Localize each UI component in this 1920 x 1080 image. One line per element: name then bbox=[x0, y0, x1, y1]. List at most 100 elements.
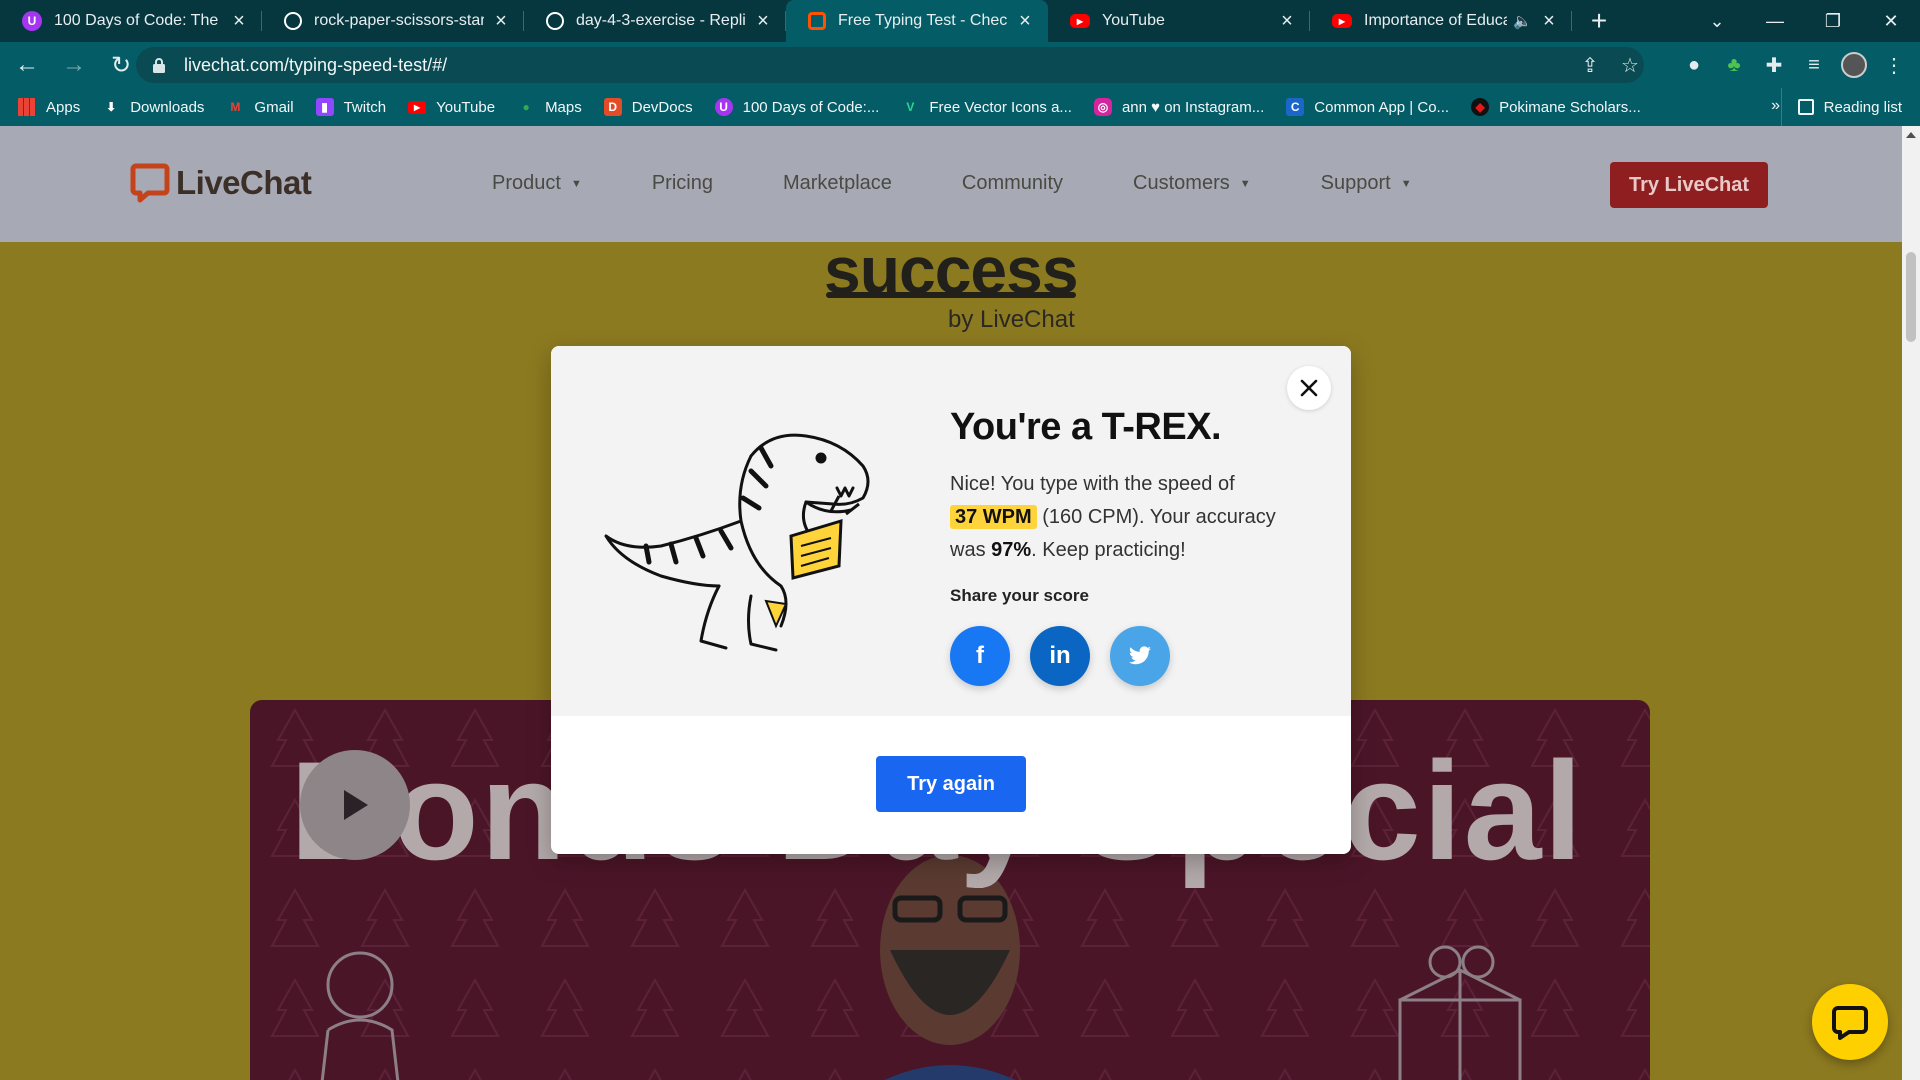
result-outro: . Keep practicing! bbox=[1031, 539, 1186, 561]
extensions-puzzle-icon[interactable]: ✚ bbox=[1754, 45, 1794, 85]
bookmark-star-icon[interactable]: ☆ bbox=[1610, 45, 1650, 85]
bookmark-downloads[interactable]: ⬇ Downloads bbox=[102, 98, 204, 116]
profile-avatar[interactable] bbox=[1834, 45, 1874, 85]
result-intro: Nice! You type with the speed of bbox=[950, 473, 1235, 495]
nav-community[interactable]: Community bbox=[962, 172, 1063, 195]
restore-button[interactable]: ❐ bbox=[1804, 0, 1862, 42]
tab-replit-day4[interactable]: day-4-3-exercise - Replit × bbox=[524, 0, 786, 42]
new-tab-button[interactable]: + bbox=[1578, 0, 1620, 42]
browser-window: U 100 Days of Code: The Com × rock-paper… bbox=[0, 0, 1920, 1080]
close-icon[interactable]: × bbox=[1540, 11, 1558, 31]
tab-search-icon[interactable]: ⌄ bbox=[1688, 0, 1746, 42]
share-label: Share your score bbox=[950, 586, 1089, 605]
youtube-icon: ▶ bbox=[1332, 14, 1352, 28]
result-panel: You're a T-REX. Nice! You type with the … bbox=[551, 346, 1351, 716]
close-icon[interactable]: × bbox=[492, 11, 510, 31]
nav-support[interactable]: Support ▼ bbox=[1321, 172, 1412, 195]
wpm-badge: 37 WPM bbox=[950, 505, 1037, 529]
menu-icon[interactable]: ⋮ bbox=[1874, 45, 1914, 85]
trex-illustration bbox=[604, 433, 870, 652]
address-bar[interactable]: livechat.com/typing-speed-test/#/ bbox=[136, 47, 1644, 83]
play-icon bbox=[344, 790, 368, 820]
linkedin-icon: in bbox=[1049, 642, 1071, 669]
bookmark-gmail[interactable]: M Gmail bbox=[226, 98, 293, 116]
main-nav: Product ▼ Pricing Marketplace Community C… bbox=[492, 172, 1482, 195]
scroll-up-arrow-icon[interactable] bbox=[1906, 132, 1916, 138]
close-icon[interactable]: × bbox=[230, 11, 248, 31]
play-button[interactable] bbox=[300, 750, 410, 860]
livechat-logo[interactable]: LiveChat bbox=[130, 162, 312, 204]
speaker-icon[interactable]: 🔈 bbox=[1513, 12, 1532, 30]
twitter-share-button[interactable] bbox=[1110, 626, 1170, 686]
linkedin-share-button[interactable]: in bbox=[1030, 626, 1090, 686]
bookmarks-bar: Apps ⬇ Downloads M Gmail ▮ Twitch ▶ YouTube … bbox=[0, 88, 1920, 126]
tab-typing-test[interactable]: Free Typing Test - Check Yo × bbox=[786, 0, 1048, 42]
bookmark-udemy[interactable]: U 100 Days of Code:... bbox=[714, 98, 879, 116]
extension-tree-icon[interactable]: ♣ bbox=[1714, 45, 1754, 85]
browser-toolbar: ← → ↻ livechat.com/typing-speed-test/#/ … bbox=[0, 42, 1920, 88]
media-control-icon[interactable]: ≡ bbox=[1794, 45, 1834, 85]
back-button[interactable]: ← bbox=[7, 45, 47, 85]
bookmark-apps[interactable]: Apps bbox=[18, 98, 80, 116]
nav-pricing[interactable]: Pricing bbox=[652, 172, 713, 195]
minimize-button[interactable]: — bbox=[1746, 0, 1804, 42]
chat-bubble-icon bbox=[1832, 1006, 1868, 1040]
udemy-icon: U bbox=[714, 98, 733, 116]
nav-product[interactable]: Product ▼ bbox=[492, 172, 582, 195]
result-modal: You're a T-REX. Nice! You type with the … bbox=[551, 346, 1351, 854]
bookmark-devdocs[interactable]: D DevDocs bbox=[603, 98, 693, 116]
forward-button[interactable]: → bbox=[54, 45, 94, 85]
more-bookmarks-button[interactable]: » bbox=[1771, 97, 1780, 115]
tab-youtube-education[interactable]: ▶ Importance of Educatio 🔈 × bbox=[1310, 0, 1572, 42]
share-buttons: f in bbox=[950, 626, 1190, 686]
gmail-icon: M bbox=[230, 100, 241, 114]
pokimane-icon: ◆ bbox=[1471, 98, 1490, 116]
reading-list-button[interactable]: Reading list bbox=[1780, 88, 1902, 126]
close-icon[interactable]: × bbox=[1016, 11, 1034, 31]
livechat-icon bbox=[808, 12, 826, 30]
nav-marketplace[interactable]: Marketplace bbox=[783, 172, 892, 195]
scrollbar-thumb[interactable] bbox=[1906, 252, 1916, 342]
url-text: livechat.com/typing-speed-test/#/ bbox=[184, 54, 448, 75]
modal-close-button[interactable] bbox=[1287, 366, 1331, 410]
devdocs-icon: D bbox=[603, 98, 622, 116]
try-again-button[interactable]: Try again bbox=[876, 756, 1026, 812]
try-livechat-button[interactable]: Try LiveChat bbox=[1610, 162, 1768, 208]
result-description: Nice! You type with the speed of 37 WPM … bbox=[950, 468, 1310, 567]
chat-widget-button[interactable] bbox=[1812, 984, 1888, 1060]
close-icon[interactable]: × bbox=[1278, 11, 1296, 31]
bookmark-vector-icons[interactable]: V Free Vector Icons a... bbox=[901, 98, 1072, 116]
reading-list-icon bbox=[1797, 99, 1814, 115]
site-header: LiveChat Product ▼ Pricing Marketplace Co… bbox=[0, 126, 1902, 242]
bookmark-instagram[interactable]: ◎ ann ♥ on Instagram... bbox=[1093, 98, 1264, 116]
tab-strip: U 100 Days of Code: The Com × rock-paper… bbox=[0, 0, 1920, 42]
bookmark-pokimane[interactable]: ◆ Pokimane Scholars... bbox=[1471, 98, 1641, 116]
tab-title: YouTube bbox=[1102, 12, 1165, 29]
tab-udemy[interactable]: U 100 Days of Code: The Com × bbox=[0, 0, 262, 42]
tab-title: 100 Days of Code: The Com bbox=[54, 12, 222, 29]
download-icon: ⬇ bbox=[106, 100, 117, 114]
accuracy-value: 97% bbox=[991, 539, 1032, 561]
twitter-icon bbox=[1129, 646, 1151, 665]
nav-customers[interactable]: Customers ▼ bbox=[1133, 172, 1251, 195]
bookmark-twitch[interactable]: ▮ Twitch bbox=[315, 98, 386, 116]
page-scrollbar[interactable] bbox=[1902, 126, 1920, 1080]
facebook-share-button[interactable]: f bbox=[950, 626, 1010, 686]
close-window-button[interactable]: ✕ bbox=[1862, 0, 1920, 42]
tab-title: day-4-3-exercise - Replit bbox=[576, 12, 746, 29]
bookmark-maps[interactable]: ● Maps bbox=[517, 98, 581, 116]
caret-down-icon: ▼ bbox=[1400, 177, 1412, 190]
replit-icon bbox=[546, 12, 564, 30]
close-icon[interactable]: × bbox=[754, 11, 772, 31]
youtube-icon: ▶ bbox=[1070, 14, 1090, 28]
tab-youtube[interactable]: ▶ YouTube × bbox=[1048, 0, 1310, 42]
window-controls: ⌄ — ❐ ✕ bbox=[1688, 0, 1920, 42]
facebook-icon: f bbox=[976, 642, 984, 669]
bookmark-youtube[interactable]: ▶ YouTube bbox=[408, 99, 495, 116]
logo-text: LiveChat bbox=[176, 164, 312, 201]
tab-replit-rps[interactable]: rock-paper-scissors-start - R × bbox=[262, 0, 524, 42]
share-icon[interactable]: ⇪ bbox=[1570, 45, 1610, 85]
bookmark-common-app[interactable]: C Common App | Co... bbox=[1286, 98, 1449, 116]
extension-mouse-icon[interactable]: ● bbox=[1674, 45, 1714, 85]
reload-button[interactable]: ↻ bbox=[101, 45, 141, 85]
